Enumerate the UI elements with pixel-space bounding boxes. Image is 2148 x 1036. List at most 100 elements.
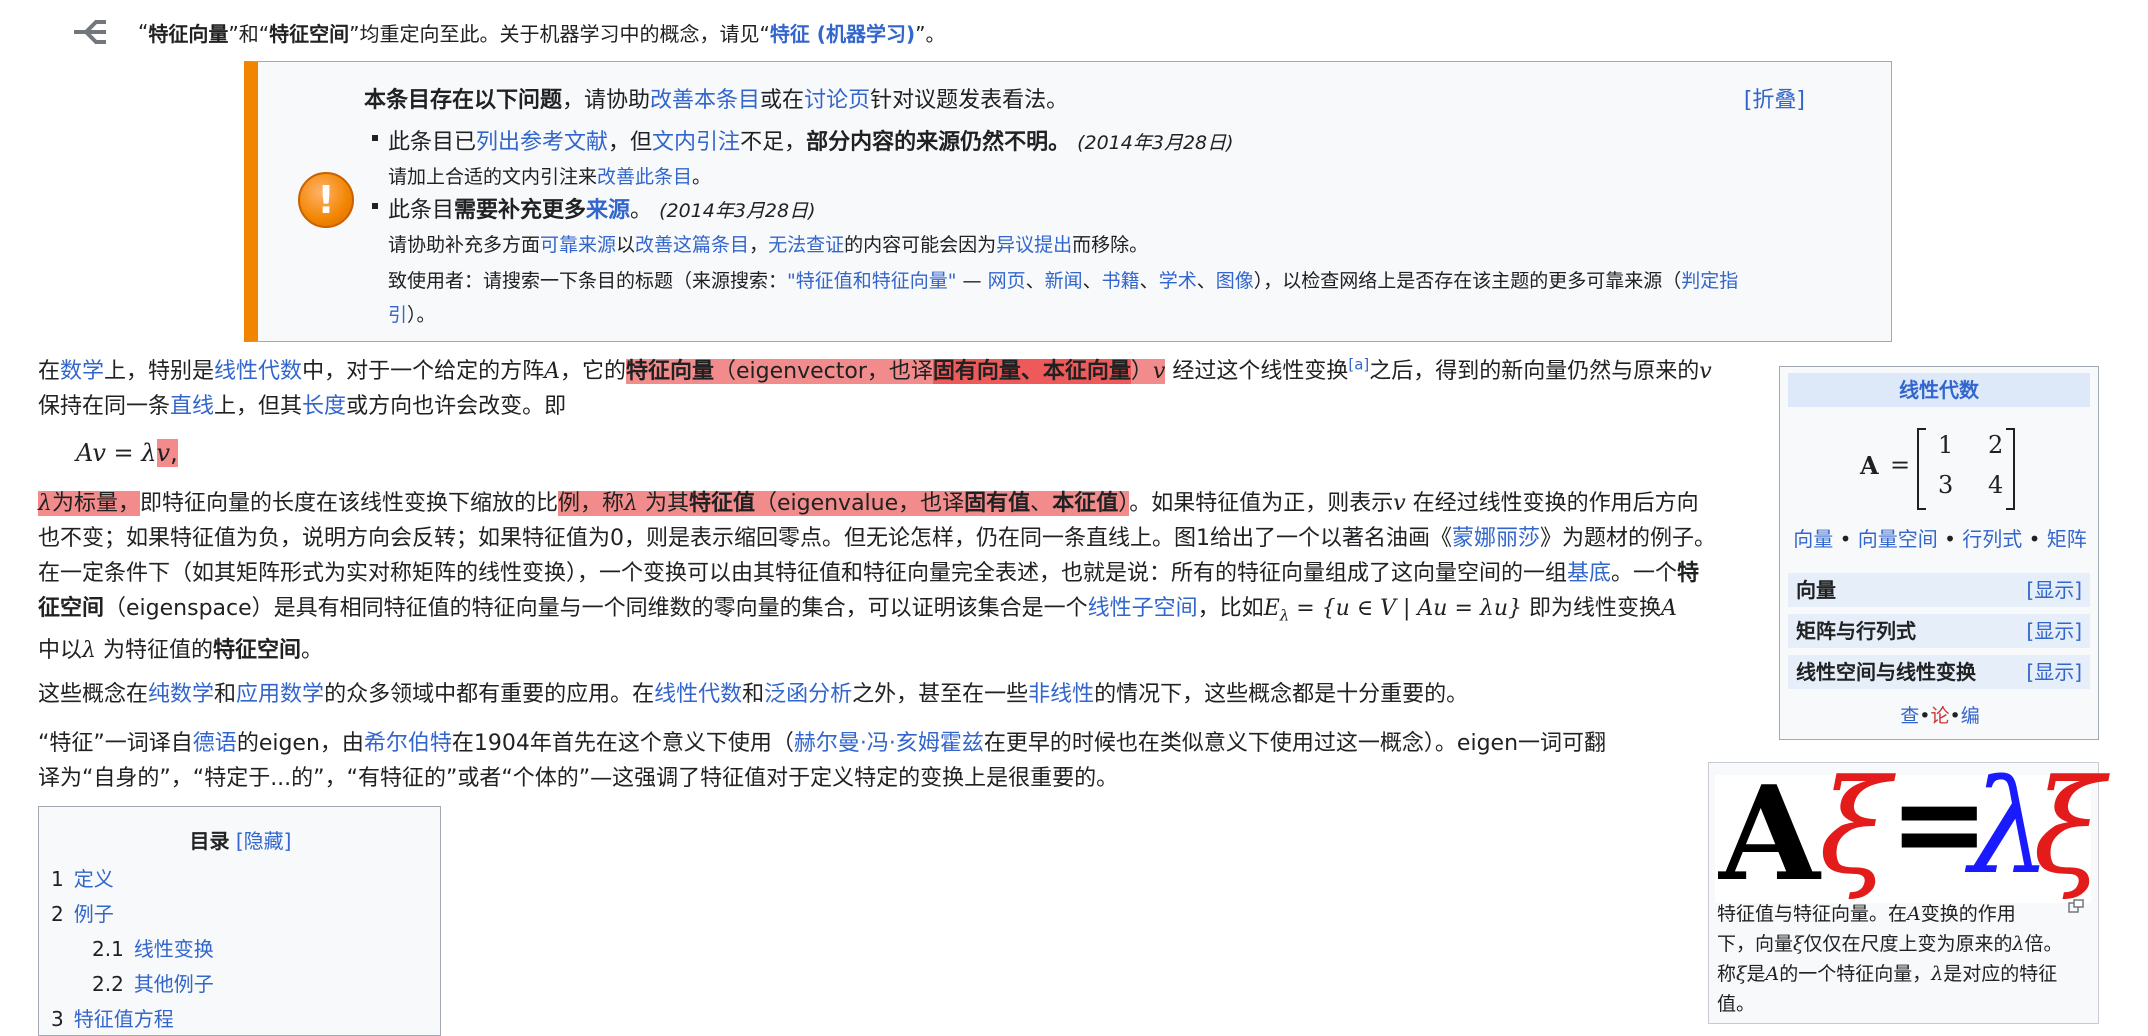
collapse-button[interactable]: [折叠] bbox=[1744, 82, 1805, 114]
german-link[interactable]: 德语 bbox=[193, 731, 237, 756]
linear-algebra-link[interactable]: 线性代数 bbox=[214, 359, 302, 384]
toc-link-other-examples[interactable]: 其他例子 bbox=[134, 972, 214, 996]
line-link[interactable]: 直线 bbox=[170, 394, 214, 419]
issue2-sub1-c: ， bbox=[749, 234, 769, 256]
issue2-sub1-e: 而移除。 bbox=[1072, 234, 1149, 256]
toc-item[interactable]: 3 特征值方程 bbox=[51, 1003, 174, 1032]
helmholtz-link[interactable]: 赫尔曼·冯·亥姆霍兹 bbox=[794, 731, 984, 756]
issue1-text-c: 不足， bbox=[740, 130, 807, 155]
navbox-title[interactable]: 线性代数 bbox=[1788, 373, 2090, 407]
guideline-link-cont[interactable]: 引 bbox=[388, 304, 407, 326]
search-web-link[interactable]: 网页 bbox=[988, 270, 1026, 292]
vector-link[interactable]: 向量 bbox=[1793, 527, 1833, 551]
hatnote-term2: 特征空间 bbox=[269, 21, 350, 46]
cap-A: A bbox=[1907, 903, 1921, 925]
search-query-link[interactable]: "特征值和特征向量" bbox=[787, 270, 956, 292]
issues-title-mid2: 或在 bbox=[760, 88, 805, 113]
toc-item[interactable]: 2.2 其他例子 bbox=[92, 968, 214, 997]
p1-t10: 或方向也许会改变。即 bbox=[346, 394, 567, 419]
edit-template-link[interactable]: 编 bbox=[1961, 705, 1980, 727]
improve-article-link-2[interactable]: 改善这篇条目 bbox=[635, 234, 749, 256]
navbox-row-vectors: 向量 [显示] bbox=[1788, 573, 2090, 607]
show-spaces-button[interactable]: [显示] bbox=[2026, 655, 2082, 689]
navbox-row-matrices: 矩阵与行列式 [显示] bbox=[1788, 614, 2090, 648]
references-link[interactable]: 列出参考文献 bbox=[476, 130, 608, 155]
intro-paragraph-3: 这些概念在纯数学和应用数学的众多领域中都有重要的应用。在线性代数和泛函分析之外，… bbox=[38, 677, 1758, 712]
challenged-link[interactable]: 异议提出 bbox=[996, 234, 1072, 256]
hilbert-link[interactable]: 希尔伯特 bbox=[364, 731, 452, 756]
nonlinear-link[interactable]: 非线性 bbox=[1028, 682, 1094, 707]
toc-item[interactable]: 1 定义 bbox=[51, 863, 114, 892]
issue2-bold: 需要补充更多 bbox=[454, 198, 587, 223]
mathematics-link[interactable]: 数学 bbox=[60, 359, 104, 384]
search-scholar-link[interactable]: 学术 bbox=[1159, 270, 1197, 292]
matrix-link[interactable]: 矩阵 bbox=[2047, 527, 2087, 551]
p2-line4: （eigenspace）是具有相同特征值的特征向量与一个同维数的零向量的集合，可… bbox=[104, 596, 1088, 621]
issue1-sub-b: 。 bbox=[692, 166, 712, 188]
toc-item[interactable]: 2 例子 bbox=[51, 898, 114, 927]
view-template-link[interactable]: 查 bbox=[1900, 705, 1919, 727]
sources-link[interactable]: 来源 bbox=[586, 198, 630, 223]
table-of-contents: 目录 [隐藏] 1 定义 2 例子 2.1 线性变换 2.2 其他例子 3 特征值方程 bbox=[38, 806, 441, 1036]
linear-subspace-link[interactable]: 线性子空间 bbox=[1088, 596, 1198, 621]
p1-math-v: v bbox=[1152, 359, 1166, 384]
toc-num: 2.1 bbox=[92, 937, 124, 961]
improve-this-article-link[interactable]: 改善此条目 bbox=[597, 166, 692, 188]
eigen-formula-image[interactable]: A ξ = λ ξ bbox=[1715, 751, 2105, 910]
issue1-date: (2014年3月28日) bbox=[1077, 132, 1234, 154]
pure-math-link[interactable]: 纯数学 bbox=[148, 682, 214, 707]
talk-page-link[interactable]: 讨论页 bbox=[804, 88, 870, 113]
functional-analysis-link[interactable]: 泛函分析 bbox=[764, 682, 852, 707]
toc-num: 2 bbox=[51, 902, 64, 926]
applied-math-link[interactable]: 应用数学 bbox=[236, 682, 324, 707]
show-matrices-button[interactable]: [显示] bbox=[2026, 614, 2082, 648]
hatnote-end: ”。 bbox=[915, 21, 946, 46]
toc-link-examples[interactable]: 例子 bbox=[74, 902, 114, 926]
cap-t1: 特征值与特征向量。在 bbox=[1717, 903, 1908, 925]
p1-t3: 中，对于一个给定的方阵 bbox=[302, 359, 545, 384]
warning-icon: ! bbox=[298, 172, 354, 228]
inline-citation-link[interactable]: 文内引注 bbox=[652, 130, 740, 155]
row-spaces-label: 线性空间与线性变换 bbox=[1796, 660, 1976, 684]
disambiguation-icon bbox=[74, 20, 106, 44]
toc-item[interactable]: 2.1 线性变换 bbox=[92, 933, 214, 962]
cap-t6: 称 bbox=[1717, 963, 1737, 985]
eigen-equation: Av = λv, bbox=[76, 436, 178, 471]
reliable-sources-link[interactable]: 可靠来源 bbox=[540, 234, 616, 256]
navbox-links: 向量 • 向量空间 • 行列式 • 矩阵 bbox=[1780, 523, 2100, 552]
p2-line3: 在一定条件下（如其矩阵形式为实对称矩阵的线性变换），一个变换可以由其特征值和特征… bbox=[38, 561, 1568, 586]
issue1-text-a: 此条目已 bbox=[388, 130, 477, 155]
toc-link-linear-transform[interactable]: 线性变换 bbox=[134, 937, 214, 961]
hatnote: “特征向量 ”和“ 特征空间 ”均重定向至此。关于机器学习中的概念，请见“ 特征 (机器… bbox=[72, 14, 945, 50]
p2-line2: 也不变；如果特征值为负，说明方向会反转；如果特征值为0，则是表示缩回零点。但无论… bbox=[38, 526, 1452, 551]
show-vectors-button[interactable]: [显示] bbox=[2026, 573, 2082, 607]
search-images-link[interactable]: 图像 bbox=[1216, 270, 1254, 292]
issue2-sub1-d: 的内容可能会因为 bbox=[844, 234, 997, 256]
issue1-bold: 部分内容的来源仍然不明。 bbox=[806, 130, 1071, 155]
hatnote-link[interactable]: 特征 (机器学习) bbox=[770, 22, 915, 46]
improve-article-link[interactable]: 改善本条目 bbox=[650, 88, 760, 113]
determinant-link[interactable]: 行列式 bbox=[1962, 527, 2022, 551]
search-news-link[interactable]: 新闻 bbox=[1045, 270, 1083, 292]
footnote-a-link[interactable]: [a] bbox=[1348, 356, 1369, 374]
mona-lisa-link[interactable]: 蒙娜丽莎 bbox=[1452, 526, 1540, 551]
toc-link-eigen-equation[interactable]: 特征值方程 bbox=[74, 1007, 174, 1031]
linear-algebra-link-2[interactable]: 线性代数 bbox=[654, 682, 742, 707]
cap-A2: A bbox=[1765, 963, 1780, 985]
guideline-link[interactable]: 判定指 bbox=[1681, 270, 1738, 292]
p2-bold-alt1: 固有值 bbox=[964, 491, 1031, 516]
p4-t3: 在1904年首先在这个意义下使用（ bbox=[451, 731, 794, 756]
unverifiable-link[interactable]: 无法查证 bbox=[768, 234, 844, 256]
toc-hide-button[interactable]: [隐藏] bbox=[236, 829, 292, 853]
talk-template-link[interactable]: 论 bbox=[1930, 705, 1949, 727]
p2-t3: 例，称 bbox=[557, 491, 624, 516]
length-link[interactable]: 长度 bbox=[302, 394, 346, 419]
p1-math-v2: v bbox=[1699, 359, 1712, 384]
basis-link[interactable]: 基底 bbox=[1567, 561, 1611, 586]
toc-link-definition[interactable]: 定义 bbox=[74, 867, 114, 891]
p2-t4: 为其 bbox=[637, 491, 689, 516]
search-books-link[interactable]: 书籍 bbox=[1102, 270, 1140, 292]
p2-t6: 、 bbox=[1030, 491, 1053, 516]
toc-num: 2.2 bbox=[92, 972, 124, 996]
vector-space-link[interactable]: 向量空间 bbox=[1858, 527, 1938, 551]
